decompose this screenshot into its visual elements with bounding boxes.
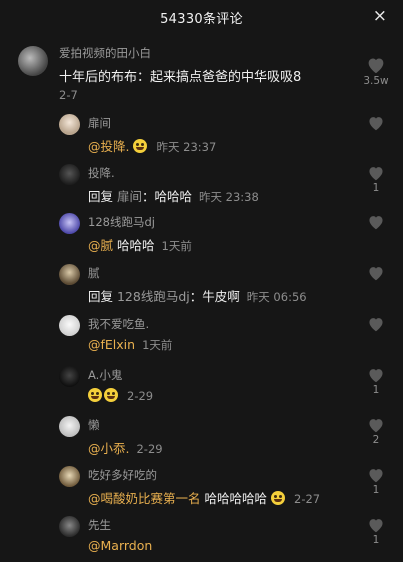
reply-text-line: @腻 哈哈哈 1天前 bbox=[88, 235, 192, 254]
reply-username[interactable]: 投降. bbox=[88, 165, 115, 181]
heart-icon bbox=[369, 369, 383, 383]
like-button[interactable]: 3.5w bbox=[359, 56, 393, 87]
reply-text-line: @fElxin 1天前 bbox=[88, 337, 172, 353]
reply-username[interactable]: 懒 bbox=[88, 417, 100, 433]
reply-comment: 我不爱吃鱼. @fElxin 1天前 bbox=[0, 313, 403, 361]
mention-link[interactable]: @fElxin bbox=[88, 337, 135, 352]
reply-comment: 懒 @小忝. 2-29 2 bbox=[0, 414, 403, 462]
reply-username[interactable]: 128线跑马dj bbox=[88, 214, 155, 230]
reply-time: 1天前 bbox=[161, 239, 192, 253]
laughing-emoji-icon bbox=[88, 388, 102, 402]
avatar[interactable] bbox=[59, 164, 80, 185]
like-button[interactable]: 1 bbox=[363, 367, 389, 396]
reply-comment: A.小鬼 2-29 1 bbox=[0, 364, 403, 412]
reply-username[interactable]: 先生 bbox=[88, 517, 111, 533]
heart-icon bbox=[369, 318, 383, 332]
avatar[interactable] bbox=[59, 213, 80, 234]
reply-time: 昨天 06:56 bbox=[246, 290, 307, 304]
like-button[interactable] bbox=[363, 214, 389, 231]
reply-time: 昨天 23:37 bbox=[156, 140, 217, 154]
avatar[interactable] bbox=[59, 466, 80, 487]
reply-text: ：牛皮啊 bbox=[189, 289, 240, 304]
heart-icon bbox=[369, 216, 383, 230]
like-button[interactable]: 2 bbox=[363, 417, 389, 446]
reply-time: 1天前 bbox=[142, 338, 173, 352]
reply-comment: 128线跑马dj @腻 哈哈哈 1天前 bbox=[0, 211, 403, 259]
reply-text-line: @Marrdon bbox=[88, 538, 159, 553]
reply-time: 2-29 bbox=[136, 442, 163, 456]
like-button[interactable]: 1 bbox=[363, 467, 389, 496]
heart-icon bbox=[369, 419, 383, 433]
like-button[interactable] bbox=[363, 265, 389, 282]
laughing-emoji-icon bbox=[104, 388, 118, 402]
like-count: 2 bbox=[372, 434, 380, 446]
mention-link[interactable]: @小忝. bbox=[88, 441, 129, 456]
reply-comment: 先生 @Marrdon 1 bbox=[0, 514, 403, 562]
like-button[interactable] bbox=[363, 115, 389, 132]
reply-comment: 腻回复 128线跑马dj：牛皮啊 昨天 06:56 bbox=[0, 262, 403, 310]
comment-username[interactable]: 爱拍视频的田小白 bbox=[59, 45, 151, 61]
reply-comment: 投降. 回复 扉间：哈哈哈 昨天 23:38 1 bbox=[0, 162, 403, 210]
heart-icon bbox=[369, 167, 383, 181]
reply-username[interactable]: 我不爱吃鱼. bbox=[88, 316, 149, 332]
reply-text-line: 回复 扉间：哈哈哈 昨天 23:38 bbox=[88, 186, 259, 205]
like-count: 1 bbox=[372, 182, 380, 194]
reply-username[interactable]: A.小鬼 bbox=[88, 367, 122, 383]
reply-time: 2-29 bbox=[127, 389, 154, 403]
avatar[interactable] bbox=[59, 516, 80, 537]
mention-link[interactable]: @腻 bbox=[88, 238, 113, 253]
mention-link[interactable]: @投降. bbox=[88, 139, 129, 154]
like-count: 1 bbox=[372, 384, 380, 396]
reply-text: ：哈哈哈 bbox=[142, 189, 193, 204]
like-count: 1 bbox=[372, 534, 380, 546]
reply-text: 哈哈哈哈哈 bbox=[200, 491, 267, 506]
heart-icon bbox=[369, 267, 383, 281]
reply-target-name[interactable]: 128线跑马dj bbox=[117, 289, 190, 304]
mention-link[interactable]: @Marrdon bbox=[88, 538, 152, 553]
like-button[interactable]: 1 bbox=[363, 165, 389, 194]
reply-username[interactable]: 扉间 bbox=[88, 115, 111, 131]
reply-text-line: 2-29 bbox=[88, 388, 153, 403]
laughing-emoji-icon bbox=[133, 139, 148, 153]
close-icon[interactable]: × bbox=[373, 6, 387, 26]
comment-text: 十年后的布布：起来搞点爸爸的中华吸吸8 bbox=[59, 70, 302, 85]
reply-text-line: @小忝. 2-29 bbox=[88, 438, 163, 457]
like-button[interactable]: 1 bbox=[363, 517, 389, 546]
reply-label: 回复 bbox=[88, 289, 117, 304]
avatar[interactable] bbox=[59, 315, 80, 336]
reply-text: 哈哈哈 bbox=[113, 238, 155, 253]
comments-header: 54330条评论 × bbox=[0, 0, 403, 36]
avatar[interactable] bbox=[59, 114, 80, 135]
reply-comment: 扉间 @投降. 昨天 23:37 bbox=[0, 112, 403, 160]
heart-icon bbox=[369, 469, 383, 483]
reply-target-name[interactable]: 扉间 bbox=[117, 189, 142, 204]
main-comment: 爱拍视频的田小白 十年后的布布：起来搞点爸爸的中华吸吸8 2-7 3.5w bbox=[0, 44, 403, 106]
reply-text-line: 回复 128线跑马dj：牛皮啊 昨天 06:56 bbox=[88, 286, 307, 305]
reply-username[interactable]: 吃好多好吃的 bbox=[88, 467, 157, 483]
laughing-emoji-icon bbox=[271, 491, 285, 505]
reply-text-line: @投降. 昨天 23:37 bbox=[88, 136, 216, 155]
avatar[interactable] bbox=[59, 366, 80, 387]
reply-time: 2-27 bbox=[294, 492, 321, 506]
reply-comment: 吃好多好吃的 @喝酸奶比赛第一名 哈哈哈哈哈 2-27 1 bbox=[0, 464, 403, 512]
reply-username[interactable]: 腻 bbox=[88, 265, 100, 281]
reply-time: 昨天 23:38 bbox=[199, 190, 259, 204]
comment-date: 2-7 bbox=[59, 88, 78, 102]
heart-icon bbox=[369, 519, 383, 533]
like-button[interactable] bbox=[363, 316, 389, 333]
heart-icon bbox=[369, 117, 383, 131]
mention-link[interactable]: @喝酸奶比赛第一名 bbox=[88, 491, 201, 506]
like-count: 3.5w bbox=[363, 75, 389, 87]
comment-count-title: 54330条评论 bbox=[160, 12, 243, 27]
avatar[interactable] bbox=[59, 416, 80, 437]
avatar[interactable] bbox=[18, 46, 48, 76]
avatar[interactable] bbox=[59, 264, 80, 285]
heart-icon bbox=[368, 58, 384, 74]
reply-label: 回复 bbox=[88, 189, 117, 204]
like-count: 1 bbox=[372, 484, 380, 496]
reply-text-line: @喝酸奶比赛第一名 哈哈哈哈哈 2-27 bbox=[88, 488, 320, 507]
